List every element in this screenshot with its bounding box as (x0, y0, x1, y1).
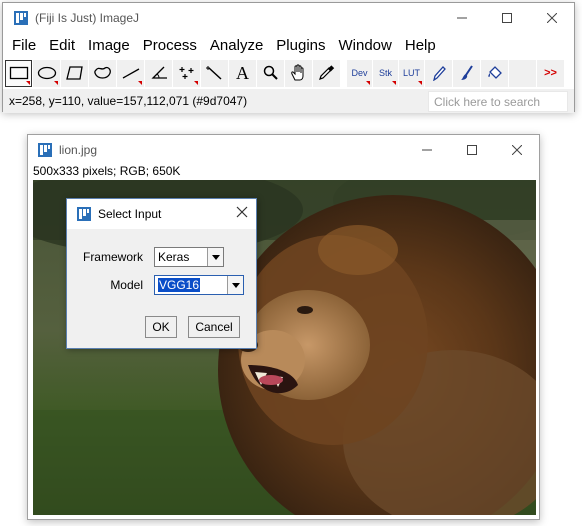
text-tool-glyph: A (236, 62, 249, 83)
lut-menu-label: LUT (402, 68, 420, 78)
hand-tool-icon[interactable] (285, 59, 312, 87)
magnifier-tool-icon[interactable] (257, 59, 284, 87)
fiji-app-icon (14, 11, 28, 25)
chevron-down-icon (207, 248, 223, 266)
more-tools-icon[interactable]: >> (537, 59, 564, 87)
flood-fill-tool-icon[interactable] (481, 59, 508, 87)
dialog-title-bar[interactable]: Select Input (67, 199, 256, 229)
status-bar: x=258, y=110, value=157,112,071 (#9d7047… (3, 89, 574, 113)
window-title: (Fiji Is Just) ImageJ (35, 11, 140, 25)
minimize-icon[interactable] (439, 3, 484, 33)
minimize-icon[interactable] (404, 135, 449, 165)
image-info: 500x333 pixels; RGB; 650K (33, 164, 181, 178)
dev-menu-label: Dev (351, 68, 368, 78)
image-window-controls (404, 135, 539, 165)
fiji-app-icon (77, 207, 91, 221)
menu-process[interactable]: Process (143, 37, 197, 54)
menu-analyze[interactable]: Analyze (210, 37, 263, 54)
chevron-down-icon (227, 276, 243, 294)
model-label: Model (110, 278, 143, 292)
stacks-menu-label: Stk (378, 68, 392, 78)
menu-window[interactable]: Window (339, 37, 392, 54)
fiji-app-icon (38, 143, 52, 157)
close-icon[interactable] (494, 135, 539, 165)
model-select[interactable]: VGG16 (154, 275, 244, 295)
maximize-icon[interactable] (449, 135, 494, 165)
toolbar: A Dev Stk LUT >> (5, 58, 572, 88)
framework-label: Framework (82, 250, 143, 264)
window-controls (439, 3, 574, 33)
close-icon[interactable] (236, 206, 248, 218)
framework-value: Keras (158, 250, 190, 264)
cancel-button[interactable]: Cancel (188, 316, 240, 338)
freehand-tool-icon[interactable] (89, 59, 116, 87)
dev-menu-icon[interactable]: Dev (347, 59, 372, 87)
empty-tool-slot[interactable] (509, 59, 536, 87)
ok-button[interactable]: OK (145, 316, 177, 338)
framework-select[interactable]: Keras (154, 247, 224, 267)
oval-tool-icon[interactable] (33, 59, 60, 87)
maximize-icon[interactable] (484, 3, 529, 33)
dialog-title: Select Input (98, 207, 162, 221)
lut-menu-icon[interactable]: LUT (399, 59, 424, 87)
brush-tool-icon[interactable] (453, 59, 480, 87)
more-tools-label: >> (544, 67, 557, 79)
multipoint-tool-icon[interactable] (173, 59, 200, 87)
text-tool-icon[interactable]: A (229, 59, 256, 87)
rectangle-tool-icon[interactable] (5, 59, 32, 87)
menu-plugins[interactable]: Plugins (276, 37, 325, 54)
model-value: VGG16 (158, 278, 201, 292)
menu-bar: File Edit Image Process Analyze Plugins … (3, 33, 574, 57)
close-icon[interactable] (529, 3, 574, 33)
menu-edit[interactable]: Edit (49, 37, 75, 54)
color-picker-tool-icon[interactable] (313, 59, 340, 87)
line-tool-icon[interactable] (117, 59, 144, 87)
angle-tool-icon[interactable] (145, 59, 172, 87)
search-input[interactable]: Click here to search (428, 91, 568, 112)
status-text: x=258, y=110, value=157,112,071 (#9d7047… (9, 94, 248, 108)
menu-image[interactable]: Image (88, 37, 130, 54)
menu-file[interactable]: File (12, 37, 36, 54)
imagej-main-window: (Fiji Is Just) ImageJ File Edit Image Pr… (2, 2, 575, 113)
select-input-dialog: Select Input Framework Keras Model VGG16… (66, 198, 257, 349)
menu-help[interactable]: Help (405, 37, 436, 54)
stacks-menu-icon[interactable]: Stk (373, 59, 398, 87)
wand-tool-icon[interactable] (201, 59, 228, 87)
polygon-tool-icon[interactable] (61, 59, 88, 87)
pencil-tool-icon[interactable] (425, 59, 452, 87)
image-window-title: lion.jpg (59, 143, 98, 157)
